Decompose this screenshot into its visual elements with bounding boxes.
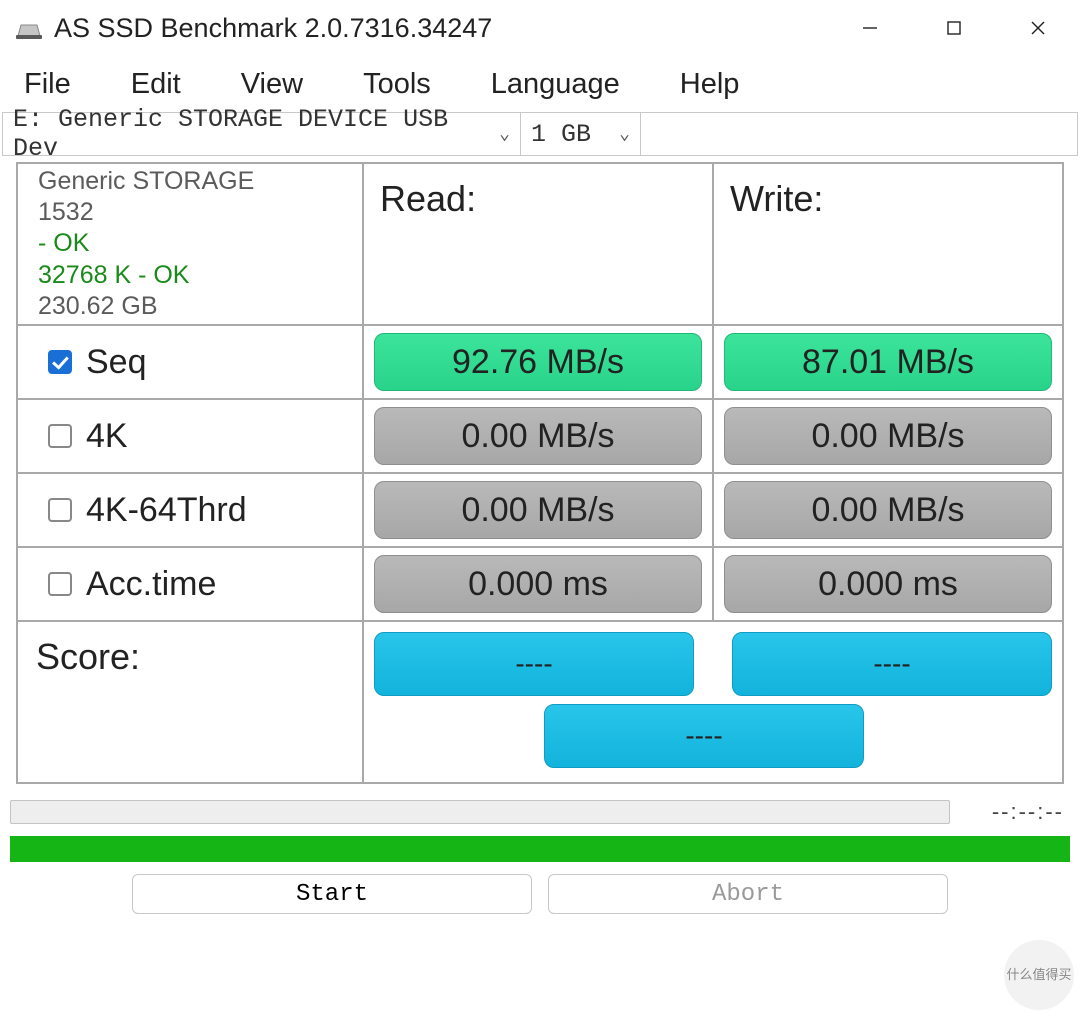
- elapsed-time: --:--:--: [950, 799, 1070, 825]
- acc-read-cell: 0.000 ms: [364, 548, 714, 620]
- 4k64-read-cell: 0.00 MB/s: [364, 474, 714, 546]
- minimize-button[interactable]: [828, 0, 912, 56]
- close-button[interactable]: [996, 0, 1080, 56]
- row-seq-label-cell: Seq: [18, 326, 364, 398]
- maximize-button[interactable]: [912, 0, 996, 56]
- 4k64-write-cell: 0.00 MB/s: [714, 474, 1062, 546]
- progress-bar: [10, 800, 950, 824]
- row-4k: 4K 0.00 MB/s 0.00 MB/s: [18, 400, 1062, 474]
- abort-button: Abort: [548, 874, 948, 914]
- overall-progress-bar: [10, 836, 1070, 862]
- drive-select[interactable]: E: Generic STORAGE DEVICE USB Dev ⌄: [3, 113, 521, 155]
- header-row: Generic STORAGE 1532 - OK 32768 K - OK 2…: [18, 164, 1062, 326]
- menu-tools[interactable]: Tools: [353, 64, 441, 105]
- seq-write-value: 87.01 MB/s: [724, 333, 1052, 391]
- 4k-read-value: 0.00 MB/s: [374, 407, 702, 465]
- score-area: ---- ---- ----: [364, 622, 1062, 782]
- title-bar: AS SSD Benchmark 2.0.7316.34247: [0, 0, 1080, 56]
- score-write: ----: [732, 632, 1052, 696]
- 4k-label: 4K: [86, 417, 128, 456]
- selector-row: E: Generic STORAGE DEVICE USB Dev ⌄ 1 GB…: [2, 112, 1078, 156]
- size-select-value: 1 GB: [531, 120, 591, 149]
- selector-spacer: [641, 113, 1077, 155]
- progress-row: --:--:--: [10, 794, 1070, 830]
- device-status-1: - OK: [38, 228, 89, 259]
- 4k-write-cell: 0.00 MB/s: [714, 400, 1062, 472]
- 4k64-read-value: 0.00 MB/s: [374, 481, 702, 539]
- acc-checkbox[interactable]: [48, 572, 72, 596]
- device-capacity: 230.62 GB: [38, 291, 158, 322]
- score-total: ----: [544, 704, 864, 768]
- 4k64-write-value: 0.00 MB/s: [724, 481, 1052, 539]
- row-seq: Seq 92.76 MB/s 87.01 MB/s: [18, 326, 1062, 400]
- chevron-down-icon: ⌄: [619, 123, 630, 145]
- start-button[interactable]: Start: [132, 874, 532, 914]
- acc-label: Acc.time: [86, 565, 216, 604]
- score-read: ----: [374, 632, 694, 696]
- row-4k64: 4K-64Thrd 0.00 MB/s 0.00 MB/s: [18, 474, 1062, 548]
- row-4k64-label-cell: 4K-64Thrd: [18, 474, 364, 546]
- row-acc: Acc.time 0.000 ms 0.000 ms: [18, 548, 1062, 622]
- window-title: AS SSD Benchmark 2.0.7316.34247: [54, 13, 492, 44]
- menu-file[interactable]: File: [14, 64, 81, 105]
- menu-edit[interactable]: Edit: [121, 64, 191, 105]
- chevron-down-icon: ⌄: [499, 123, 510, 145]
- app-window: AS SSD Benchmark 2.0.7316.34247 File Edi…: [0, 0, 1080, 1016]
- device-firmware: 1532: [38, 197, 94, 228]
- device-name: Generic STORAGE: [38, 166, 254, 197]
- row-acc-label-cell: Acc.time: [18, 548, 364, 620]
- read-header: Read:: [364, 164, 714, 324]
- drive-select-value: E: Generic STORAGE DEVICE USB Dev: [13, 105, 499, 163]
- seq-read-value: 92.76 MB/s: [374, 333, 702, 391]
- 4k-read-cell: 0.00 MB/s: [364, 400, 714, 472]
- device-status-2: 32768 K - OK: [38, 260, 189, 291]
- acc-write-value: 0.000 ms: [724, 555, 1052, 613]
- watermark: 什么值得买: [1004, 940, 1074, 1010]
- device-info-cell: Generic STORAGE 1532 - OK 32768 K - OK 2…: [18, 164, 364, 324]
- 4k64-label: 4K-64Thrd: [86, 491, 247, 530]
- 4k64-checkbox[interactable]: [48, 498, 72, 522]
- score-label: Score:: [18, 622, 364, 782]
- menu-view[interactable]: View: [231, 64, 313, 105]
- button-row: Start Abort: [0, 874, 1080, 922]
- row-score: Score: ---- ---- ----: [18, 622, 1062, 782]
- seq-checkbox[interactable]: [48, 350, 72, 374]
- results-table: Generic STORAGE 1532 - OK 32768 K - OK 2…: [16, 162, 1064, 784]
- acc-write-cell: 0.000 ms: [714, 548, 1062, 620]
- menu-language[interactable]: Language: [481, 64, 630, 105]
- app-icon: [14, 17, 44, 39]
- row-4k-label-cell: 4K: [18, 400, 364, 472]
- seq-read-cell: 92.76 MB/s: [364, 326, 714, 398]
- menu-bar: File Edit View Tools Language Help: [0, 56, 1080, 112]
- write-header: Write:: [714, 164, 1062, 324]
- size-select[interactable]: 1 GB ⌄: [521, 113, 641, 155]
- seq-label: Seq: [86, 343, 147, 382]
- seq-write-cell: 87.01 MB/s: [714, 326, 1062, 398]
- 4k-checkbox[interactable]: [48, 424, 72, 448]
- menu-help[interactable]: Help: [670, 64, 750, 105]
- 4k-write-value: 0.00 MB/s: [724, 407, 1052, 465]
- acc-read-value: 0.000 ms: [374, 555, 702, 613]
